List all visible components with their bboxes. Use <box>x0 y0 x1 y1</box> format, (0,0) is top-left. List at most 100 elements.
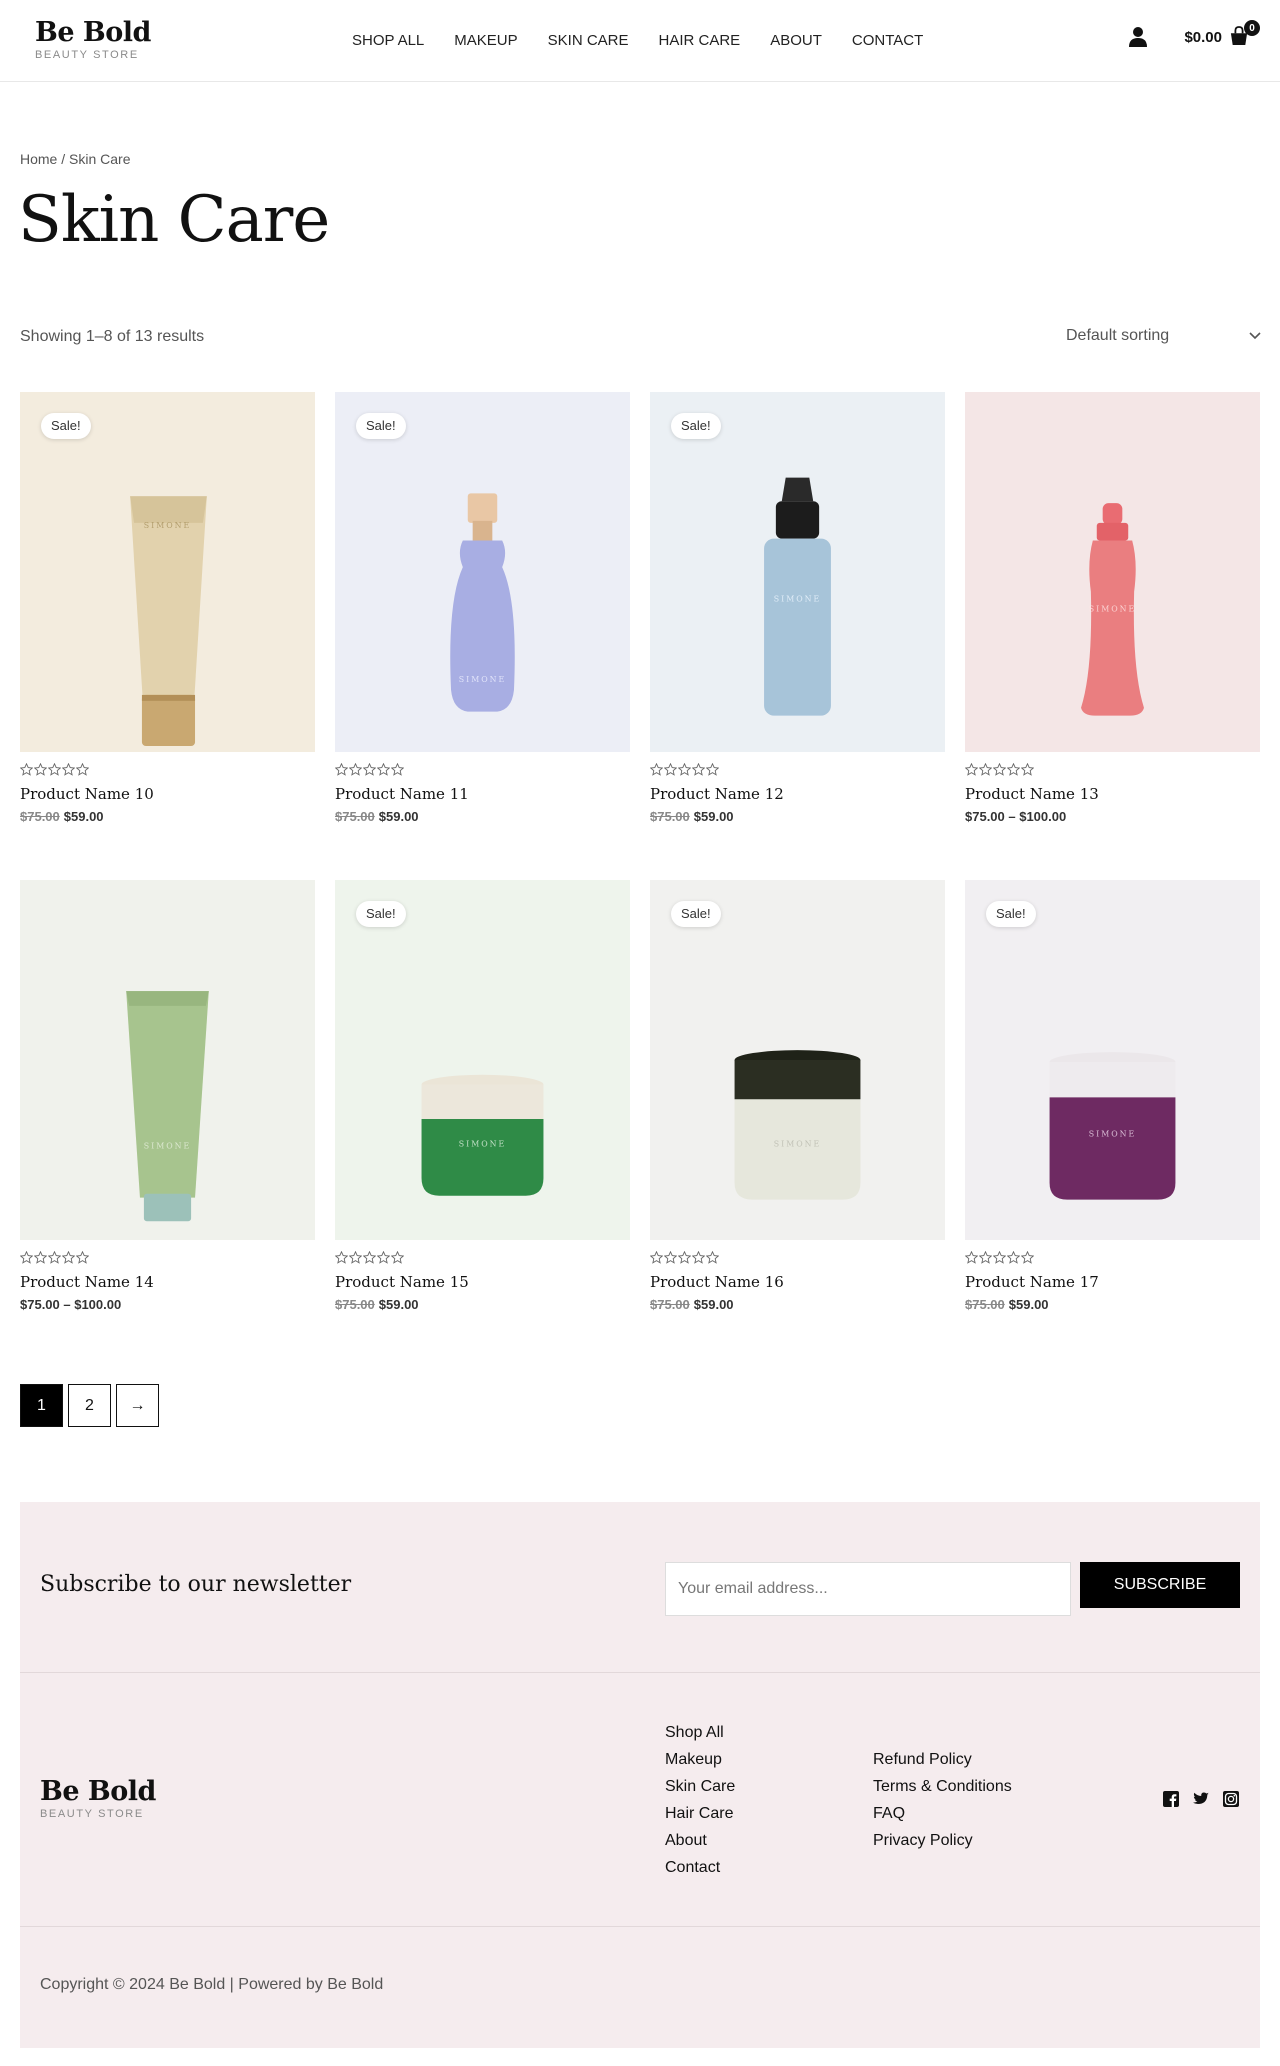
star-icon <box>979 1251 992 1264</box>
product-name[interactable]: Product Name 12 <box>650 784 945 804</box>
product-name[interactable]: Product Name 14 <box>20 1272 315 1292</box>
star-icon <box>650 763 663 776</box>
product-image[interactable]: SIMONE <box>20 880 315 1240</box>
star-icon <box>965 1251 978 1264</box>
next-page-button[interactable]: → <box>116 1384 159 1427</box>
star-icon <box>1007 1251 1020 1264</box>
cart-button[interactable]: 0 <box>1230 20 1260 48</box>
footer-link-faq[interactable]: FAQ <box>873 1800 1012 1827</box>
footer-link-hair-care[interactable]: Hair Care <box>665 1800 735 1827</box>
star-rating <box>335 763 630 777</box>
nav-item-contact[interactable]: CONTACT <box>852 31 923 51</box>
product-image[interactable]: SIMONE <box>965 392 1260 752</box>
logo-sub-text: BEAUTY STORE <box>35 49 139 61</box>
star-icon <box>993 1251 1006 1264</box>
star-icon <box>979 763 992 776</box>
nav-item-shop-all[interactable]: SHOP ALL <box>352 31 424 51</box>
svg-text:SIMONE: SIMONE <box>144 521 191 530</box>
site-header: Be Bold BEAUTY STORE SHOP ALL MAKEUP SKI… <box>0 0 1280 82</box>
nav-item-skin-care[interactable]: SKIN CARE <box>548 31 629 51</box>
product-name[interactable]: Product Name 11 <box>335 784 630 804</box>
footer-link-privacy-policy[interactable]: Privacy Policy <box>873 1827 1012 1854</box>
header-actions: $0.00 0 <box>1128 20 1260 48</box>
product-image[interactable]: SIMONE Sale! <box>335 392 630 752</box>
star-icon <box>335 763 348 776</box>
twitter-icon[interactable] <box>1192 1790 1210 1808</box>
product-name[interactable]: Product Name 15 <box>335 1272 630 1292</box>
product-card[interactable]: SIMONE Sale! Product Name 10 $75.00 $59.00 <box>20 392 315 824</box>
product-image[interactable]: SIMONE Sale! <box>650 392 945 752</box>
product-price: $75.00 $59.00 <box>335 1297 630 1312</box>
copyright-text: Copyright © 2024 Be Bold | Powered by Be… <box>40 1976 384 1993</box>
cart-total[interactable]: $0.00 <box>1184 29 1222 46</box>
nav-item-about[interactable]: ABOUT <box>770 31 822 51</box>
star-icon <box>62 763 75 776</box>
page-2-button[interactable]: 2 <box>68 1384 111 1427</box>
svg-text:SIMONE: SIMONE <box>459 675 506 684</box>
product-image[interactable]: SIMONE Sale! <box>20 392 315 752</box>
sorting-select[interactable]: Default sorting <box>1066 320 1261 352</box>
facebook-icon[interactable] <box>1162 1790 1180 1808</box>
product-old-price: $75.00 <box>650 809 690 824</box>
star-icon <box>692 763 705 776</box>
instagram-icon[interactable] <box>1222 1790 1240 1808</box>
footer-link-shop-all[interactable]: Shop All <box>665 1719 735 1746</box>
product-card[interactable]: SIMONE Sale! Product Name 15 $75.00 $59.00 <box>335 880 630 1312</box>
star-rating <box>20 763 315 777</box>
star-icon <box>48 763 61 776</box>
footer-link-refund-policy[interactable]: Refund Policy <box>873 1746 1012 1773</box>
footer-logo[interactable]: Be Bold BEAUTY STORE <box>40 1777 156 1821</box>
footer-link-terms[interactable]: Terms & Conditions <box>873 1773 1012 1800</box>
star-icon <box>391 763 404 776</box>
product-old-price: $75.00 <box>335 809 375 824</box>
product-name[interactable]: Product Name 10 <box>20 784 315 804</box>
page-1-button[interactable]: 1 <box>20 1384 63 1427</box>
product-card[interactable]: SIMONE Sale! Product Name 12 $75.00 $59.00 <box>650 392 945 824</box>
sale-badge: Sale! <box>671 413 721 439</box>
nav-item-hair-care[interactable]: HAIR CARE <box>659 31 741 51</box>
star-icon <box>706 763 719 776</box>
product-name[interactable]: Product Name 13 <box>965 784 1260 804</box>
newsletter-email-input[interactable] <box>665 1562 1071 1616</box>
svg-text:SIMONE: SIMONE <box>774 595 821 604</box>
star-icon <box>377 1251 390 1264</box>
site-logo[interactable]: Be Bold BEAUTY STORE <box>35 18 151 62</box>
subscribe-button[interactable]: SUBSCRIBE <box>1080 1562 1240 1608</box>
product-card[interactable]: SIMONE Sale! Product Name 17 $75.00 $59.00 <box>965 880 1260 1312</box>
footer-link-contact[interactable]: Contact <box>665 1854 735 1881</box>
product-old-price: $75.00 <box>335 1297 375 1312</box>
footer-divider-bottom <box>20 1926 1260 1927</box>
product-name[interactable]: Product Name 17 <box>965 1272 1260 1292</box>
product-card[interactable]: SIMONE Product Name 13 $75.00 – $100.00 <box>965 392 1260 824</box>
product-price: $75.00 $59.00 <box>965 1297 1260 1312</box>
product-name[interactable]: Product Name 16 <box>650 1272 945 1292</box>
product-image[interactable]: SIMONE Sale! <box>650 880 945 1240</box>
footer-link-skin-care[interactable]: Skin Care <box>665 1773 735 1800</box>
breadcrumb-home-link[interactable]: Home <box>20 151 57 167</box>
user-icon[interactable] <box>1128 26 1148 48</box>
footer-link-about[interactable]: About <box>665 1827 735 1854</box>
star-icon <box>20 763 33 776</box>
footer-link-makeup[interactable]: Makeup <box>665 1746 735 1773</box>
product-card[interactable]: SIMONE Sale! Product Name 11 $75.00 $59.00 <box>335 392 630 824</box>
product-illustration: SIMONE <box>126 991 209 1222</box>
product-old-price: $75.00 <box>650 1297 690 1312</box>
nav-item-makeup[interactable]: MAKEUP <box>454 31 517 51</box>
footer-links-policy: Refund Policy Terms & Conditions FAQ Pri… <box>873 1746 1012 1854</box>
product-illustration: SIMONE <box>1081 503 1144 716</box>
star-rating <box>965 1251 1260 1265</box>
star-icon <box>48 1251 61 1264</box>
star-icon <box>965 763 978 776</box>
product-card[interactable]: SIMONE Sale! Product Name 16 $75.00 $59.00 <box>650 880 945 1312</box>
product-image[interactable]: SIMONE Sale! <box>335 880 630 1240</box>
main-nav: SHOP ALL MAKEUP SKIN CARE HAIR CARE ABOU… <box>352 31 953 51</box>
product-image[interactable]: SIMONE Sale! <box>965 880 1260 1240</box>
svg-text:SIMONE: SIMONE <box>144 1142 191 1151</box>
star-icon <box>678 1251 691 1264</box>
result-count: Showing 1–8 of 13 results <box>20 328 205 345</box>
product-illustration: SIMONE <box>1049 1052 1176 1200</box>
star-rating <box>20 1251 315 1265</box>
product-current-price: $75.00 – $100.00 <box>20 1297 122 1312</box>
product-card[interactable]: SIMONE Product Name 14 $75.00 – $100.00 <box>20 880 315 1312</box>
product-current-price: $59.00 <box>693 1297 734 1312</box>
